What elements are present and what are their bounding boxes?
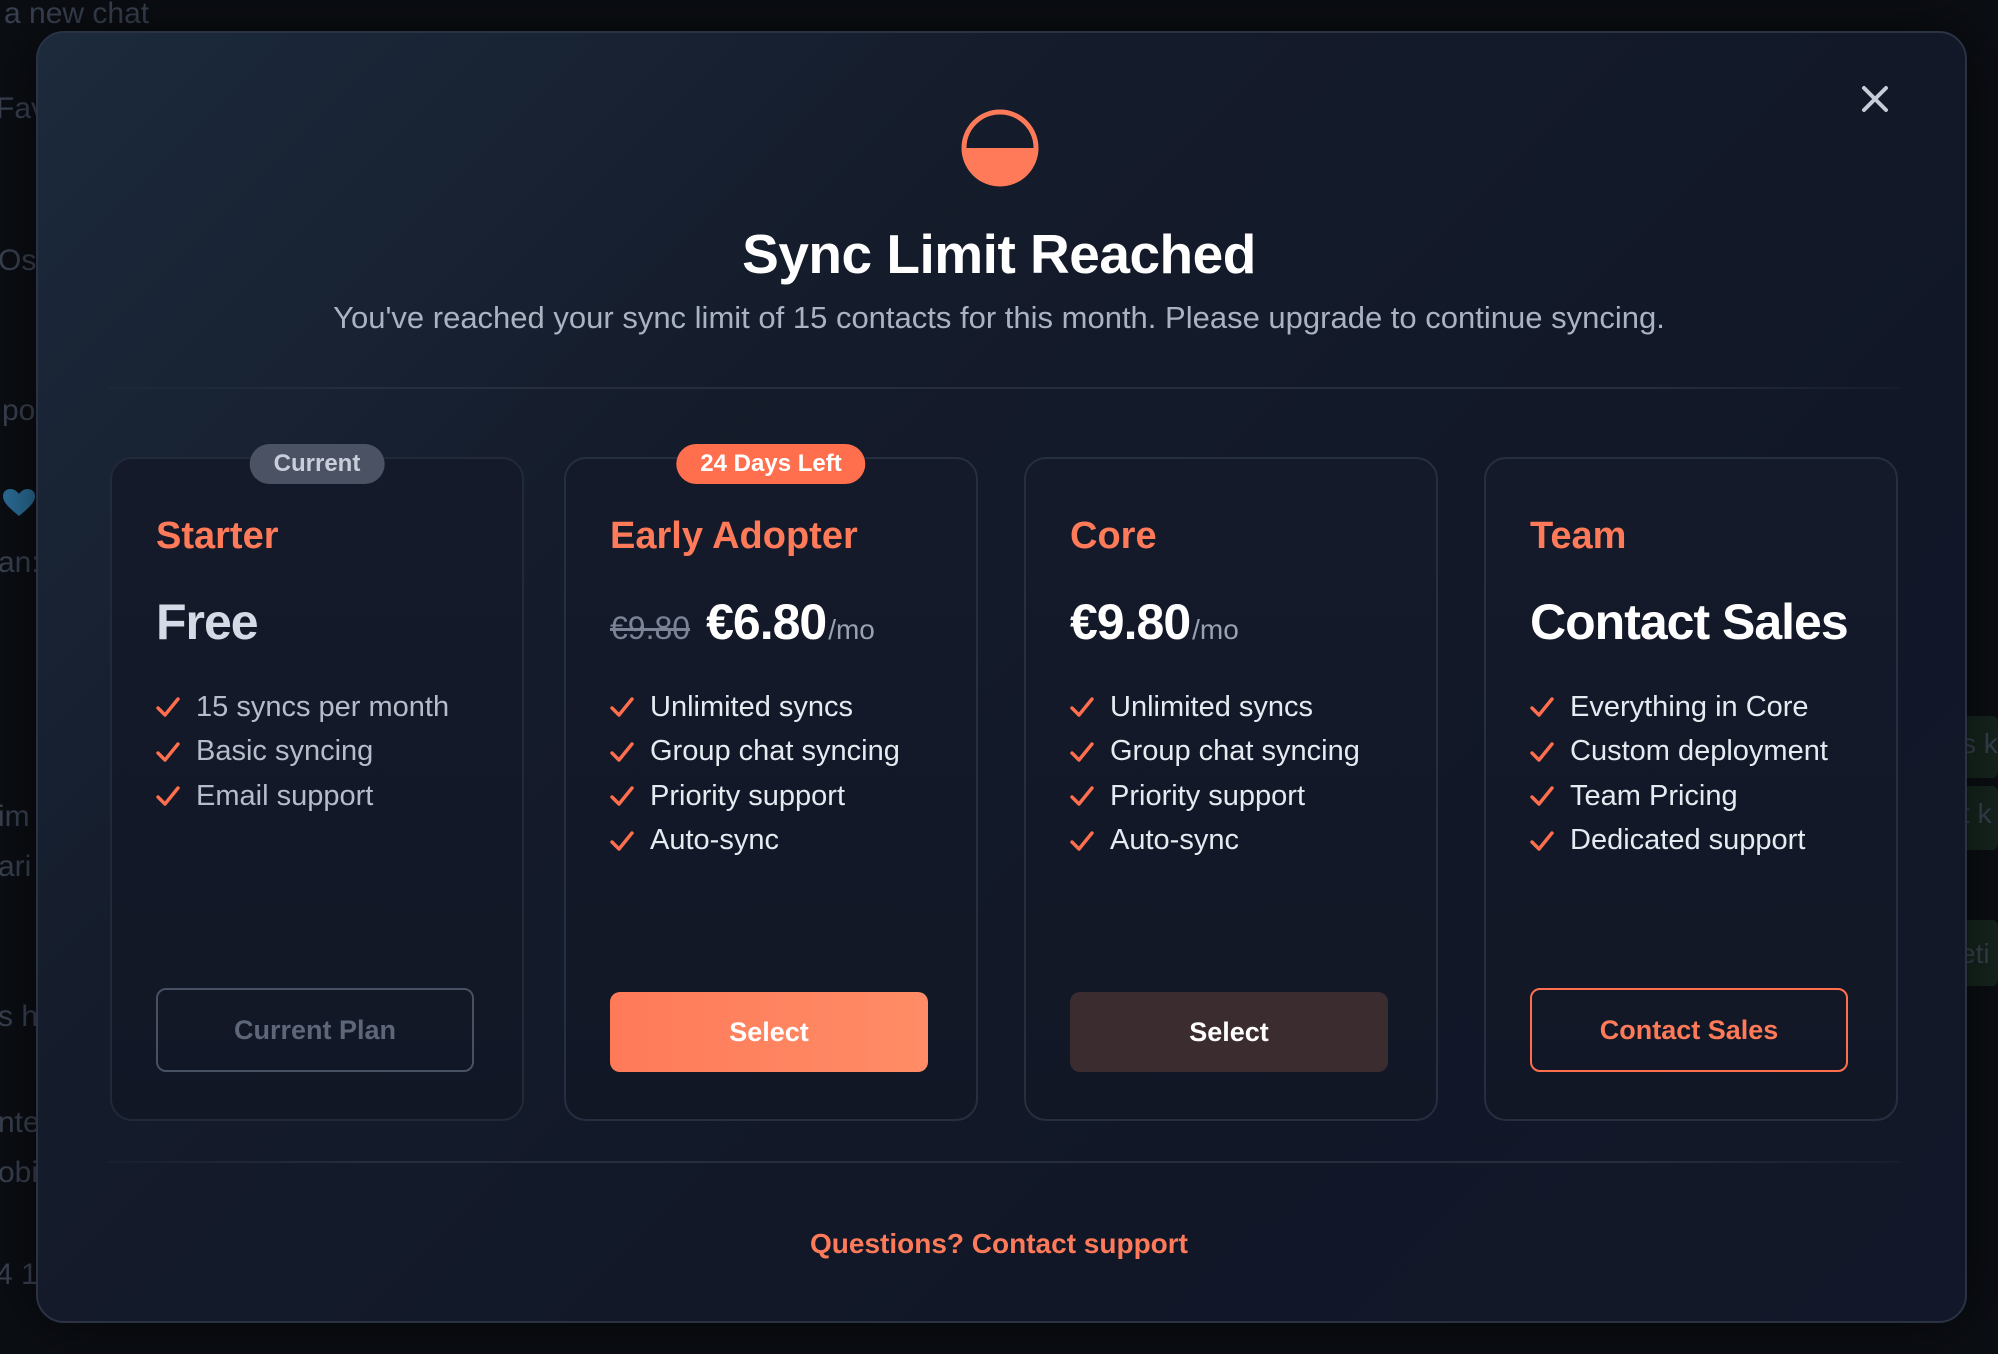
feature-label: Team Pricing	[1570, 779, 1738, 812]
check-icon	[1530, 696, 1554, 718]
price-amount: Contact Sales	[1530, 594, 1849, 650]
feature-label: Priority support	[650, 779, 846, 812]
check-icon	[156, 696, 180, 718]
modal-subtitle: You've reached your sync limit of 15 con…	[333, 300, 1665, 335]
feature-label: Group chat syncing	[1110, 735, 1360, 768]
feature-item: Unlimited syncs	[1070, 685, 1360, 730]
feature-item: Dedicated support	[1530, 819, 1828, 864]
plan-name: Early Adopter	[610, 515, 858, 557]
feature-item: Basic syncing	[156, 730, 449, 775]
select-early-adopter-button[interactable]: Select	[610, 992, 928, 1072]
bg-text: po	[2, 394, 36, 427]
price-period: /mo	[828, 614, 875, 645]
plan-name: Core	[1070, 515, 1157, 557]
plan-card-core: Core €9.80 /mo Unlimited syncs Group cha…	[1024, 457, 1438, 1121]
feature-item: Priority support	[1070, 774, 1360, 819]
heart-icon	[3, 489, 35, 516]
bg-text: an:	[0, 546, 40, 579]
feature-item: Auto-sync	[1070, 819, 1360, 864]
feature-label: Unlimited syncs	[650, 690, 854, 723]
check-icon	[156, 785, 180, 807]
check-icon	[1530, 741, 1554, 763]
close-icon	[1862, 86, 1888, 112]
bg-text: nte	[0, 1106, 40, 1139]
bg-text: a new chat	[4, 0, 150, 30]
price-amount: €6.80	[706, 594, 827, 650]
contact-sales-button[interactable]: Contact Sales	[1530, 988, 1848, 1072]
current-badge: Current	[249, 444, 385, 484]
feature-item: Unlimited syncs	[610, 685, 900, 730]
feature-item: Custom deployment	[1530, 730, 1828, 775]
close-button[interactable]	[1846, 70, 1904, 128]
plan-price: €9.80 /mo	[1070, 593, 1239, 651]
plan-name: Team	[1530, 515, 1627, 557]
feature-label: 15 syncs per month	[196, 690, 450, 723]
feature-label: Unlimited syncs	[1110, 690, 1314, 723]
plan-card-starter: Current Starter Free 15 syncs per month …	[110, 444, 524, 1121]
feature-item: Team Pricing	[1530, 774, 1828, 819]
check-icon	[1530, 830, 1554, 852]
check-icon	[610, 696, 634, 718]
feature-label: Basic syncing	[196, 735, 374, 768]
check-icon	[156, 741, 180, 763]
plan-card-team: Team Contact Sales Everything in Core Cu…	[1484, 457, 1898, 1121]
price-amount: Free	[156, 594, 259, 650]
feature-list: Everything in Core Custom deployment Tea…	[1530, 685, 1828, 863]
check-icon	[1530, 785, 1554, 807]
feature-label: Everything in Core	[1570, 690, 1809, 723]
select-core-button[interactable]: Select	[1070, 992, 1388, 1072]
feature-list: 15 syncs per month Basic syncing Email s…	[156, 685, 449, 819]
plan-name: Starter	[156, 515, 279, 557]
bg-text: im	[0, 800, 30, 833]
feature-label: Email support	[196, 779, 374, 812]
check-icon	[1070, 696, 1094, 718]
check-icon	[1070, 830, 1094, 852]
price-period: /mo	[1192, 614, 1239, 645]
divider	[108, 387, 1900, 389]
modal-title: Sync Limit Reached	[742, 223, 1256, 285]
current-plan-button[interactable]: Current Plan	[156, 988, 474, 1072]
feature-item: Group chat syncing	[1070, 730, 1360, 775]
check-icon	[610, 785, 634, 807]
divider	[108, 1161, 1900, 1163]
contact-support-link[interactable]: Questions? Contact support	[0, 1228, 1998, 1260]
bg-text: obi	[0, 1156, 39, 1189]
feature-label: Auto-sync	[650, 824, 779, 857]
feature-label: Group chat syncing	[650, 735, 900, 768]
check-icon	[1070, 741, 1094, 763]
plan-card-early-adopter: 24 Days Left Early Adopter €9.80 €6.80 /…	[564, 444, 978, 1121]
plan-price: Contact Sales	[1530, 593, 1849, 651]
feature-list: Unlimited syncs Group chat syncing Prior…	[1070, 685, 1360, 863]
feature-item: Everything in Core	[1530, 685, 1828, 730]
check-icon	[1070, 785, 1094, 807]
price-amount: €9.80	[1070, 594, 1191, 650]
old-price: €9.80	[610, 610, 691, 646]
feature-label: Priority support	[1110, 779, 1306, 812]
feature-list: Unlimited syncs Group chat syncing Prior…	[610, 685, 900, 863]
feature-item: Priority support	[610, 774, 900, 819]
bg-text: s k	[1962, 728, 1998, 759]
plan-price: €9.80 €6.80 /mo	[610, 593, 875, 651]
bg-text: ari	[0, 850, 32, 883]
feature-label: Auto-sync	[1110, 824, 1239, 857]
feature-item: Auto-sync	[610, 819, 900, 864]
days-left-badge: 24 Days Left	[676, 444, 866, 484]
check-icon	[610, 741, 634, 763]
feature-item: Email support	[156, 774, 449, 819]
feature-item: 15 syncs per month	[156, 685, 449, 730]
plan-price: Free	[156, 593, 259, 651]
check-icon	[610, 830, 634, 852]
feature-item: Group chat syncing	[610, 730, 900, 775]
feature-label: Custom deployment	[1570, 735, 1828, 768]
feature-label: Dedicated support	[1570, 824, 1806, 857]
app-logo-icon	[961, 109, 1039, 187]
